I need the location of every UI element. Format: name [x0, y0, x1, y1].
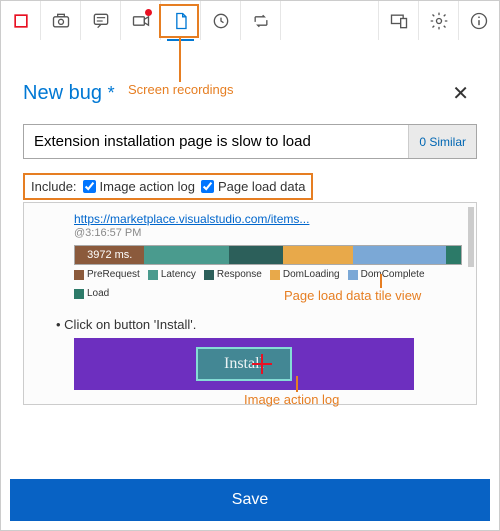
history-button[interactable] — [201, 1, 241, 40]
save-button[interactable]: Save — [10, 479, 490, 521]
action-log-entry: • Click on button 'Install'. — [56, 317, 462, 332]
info-button[interactable] — [459, 1, 499, 40]
scrollbar[interactable] — [468, 207, 474, 267]
action-screenshot: Install — [74, 338, 414, 390]
details-panel: https://marketplace.visualstudio.com/ite… — [23, 202, 477, 405]
include-image-action-log[interactable]: Image action log — [83, 179, 195, 194]
install-button-visual: Install — [196, 347, 292, 381]
image-action-log: • Click on button 'Install'. Install — [74, 317, 462, 390]
timing-latency — [144, 246, 229, 264]
legend-prereq: PreRequest — [87, 269, 140, 280]
close-button[interactable]: ✕ — [444, 77, 477, 110]
include-page-load-data[interactable]: Page load data — [201, 179, 305, 194]
legend-load: Load — [87, 288, 109, 299]
page-title: New bug — [23, 82, 102, 104]
page-url-link[interactable]: https://marketplace.visualstudio.com/ite… — [74, 212, 309, 226]
timestamp: @3:16:57 PM — [74, 227, 462, 239]
include-opt2-label: Page load data — [218, 179, 305, 194]
main-content: New bug * ✕ 0 Similar Include: Image act… — [1, 41, 499, 405]
timing-domloading — [283, 246, 352, 264]
note-button[interactable] — [81, 1, 121, 40]
timing-legend: PreRequest Latency Response DomLoading D… — [74, 269, 462, 299]
bug-title-input[interactable] — [24, 125, 408, 158]
checkbox-page-load-data[interactable] — [201, 180, 214, 193]
top-toolbar — [1, 1, 499, 41]
action-log-text: Click on button 'Install'. — [64, 317, 196, 332]
page-load-timing-bar: 3972 ms. — [74, 245, 462, 265]
file-tab-button[interactable] — [161, 1, 201, 40]
include-label: Include: — [31, 179, 77, 194]
annotation-line-tile — [380, 274, 382, 288]
timing-prerequest: 3972 ms. — [75, 246, 144, 264]
required-asterisk: * — [108, 83, 115, 103]
include-options: Include: Image action log Page load data — [23, 173, 313, 200]
devices-button[interactable] — [379, 1, 419, 40]
repeat-button[interactable] — [241, 1, 281, 40]
timing-load — [446, 246, 461, 264]
settings-button[interactable] — [419, 1, 459, 40]
screenshot-button[interactable] — [41, 1, 81, 40]
include-opt1-label: Image action log — [100, 179, 195, 194]
recording-indicator-icon — [145, 9, 152, 16]
legend-latency: Latency — [161, 269, 196, 280]
screen-record-button[interactable] — [121, 1, 161, 40]
timing-response — [229, 246, 283, 264]
toolbar-spacer — [281, 1, 379, 40]
bug-title-row: 0 Similar — [23, 124, 477, 159]
legend-response: Response — [217, 269, 262, 280]
timing-ms-label: 3972 ms. — [87, 249, 132, 261]
annotation-line-actionlog — [296, 376, 298, 392]
stop-record-button[interactable] — [1, 1, 41, 40]
legend-domloading: DomLoading — [283, 269, 340, 280]
similar-button[interactable]: 0 Similar — [408, 125, 476, 158]
timing-domcomplete — [353, 246, 446, 264]
checkbox-image-action-log[interactable] — [83, 180, 96, 193]
legend-domcomplete: DomComplete — [361, 269, 425, 280]
